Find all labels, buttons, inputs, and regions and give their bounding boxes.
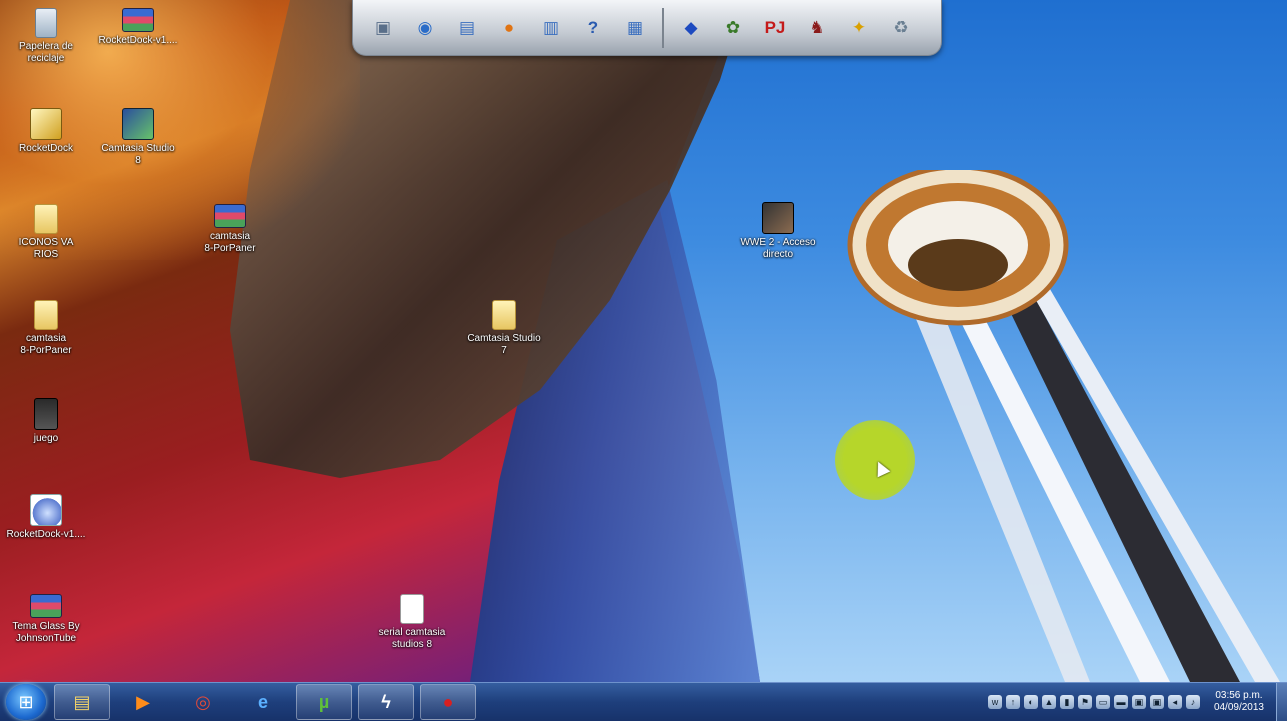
- internet-explorer-button[interactable]: e: [236, 685, 290, 719]
- project64-icon: PJ: [764, 17, 786, 37]
- dock-item-recycle-bin-dock[interactable]: ♻: [883, 10, 919, 46]
- folder-icon: [34, 204, 58, 234]
- utorrent-icon: µ: [318, 691, 330, 712]
- winrar-archive-icon: [122, 8, 154, 32]
- desktop-icon-recycle-bin[interactable]: Papelera de reciclaje: [0, 8, 92, 65]
- desktop-icon-wwe[interactable]: WWE 2 - Acceso directo: [732, 202, 824, 261]
- control-panel-icon: ▦: [626, 17, 644, 37]
- taskbar-buttons: ▤ ▶ ◎ e µ ϟ ●: [54, 684, 482, 720]
- tray-icon[interactable]: w: [987, 695, 1002, 709]
- dock-item-my-computer[interactable]: ▣: [365, 10, 401, 46]
- tray-icon[interactable]: ▲: [1041, 695, 1056, 709]
- dock-item-fighter[interactable]: ♞: [799, 10, 835, 46]
- dock-item-internet-explorer[interactable]: ◉: [407, 10, 443, 46]
- recycle-bin-icon: [35, 8, 57, 38]
- help-icon: ?: [587, 17, 599, 37]
- space-needle-graphic: [847, 170, 1280, 682]
- tray-icon[interactable]: ▮: [1059, 695, 1074, 709]
- tray-icon[interactable]: ▬: [1113, 695, 1128, 709]
- winrar-archive-icon: [30, 594, 62, 618]
- windows-explorer-button[interactable]: ▤: [54, 684, 110, 720]
- sonic-icon: ◆: [684, 17, 698, 37]
- media-player-icon: ▶: [136, 691, 150, 712]
- desktop-icon-serial-camtasia[interactable]: serial camtasia studios 8: [366, 594, 458, 651]
- game-character-icon: ✿: [725, 17, 741, 37]
- text-document-icon: [400, 594, 424, 624]
- desktop-icon-iconos-varios[interactable]: ICONOS VA RIOS: [0, 204, 92, 261]
- setup-installer-icon: [30, 494, 62, 526]
- chrome-button[interactable]: ◎: [176, 685, 230, 719]
- desktop-icon-camtasia-porpaner-rar[interactable]: camtasia 8-PorPaner: [184, 204, 276, 255]
- dock-item-game-character[interactable]: ✿: [715, 10, 751, 46]
- utorrent-button[interactable]: µ: [296, 684, 352, 720]
- my-computer-icon: ▣: [374, 17, 392, 37]
- desktop-icon-rocketdock-setup[interactable]: RocketDock-v1....: [0, 494, 92, 541]
- system-tray: w ↑ ◐ ▲ ▮ ⚑ ▭ ▬ ▣ ▣ ◂ ♪ 03:56 p.m. 04/09/2013: [987, 683, 1276, 721]
- cursor-highlight: [835, 420, 915, 500]
- clock-date: 04/09/2013: [1213, 702, 1264, 713]
- tray-icon[interactable]: ⚑: [1077, 695, 1092, 709]
- desktop-icon-camtasia-porpaner-folder[interactable]: camtasia 8-PorPaner: [0, 300, 92, 357]
- tray-icon[interactable]: ♪: [1185, 695, 1200, 709]
- folder-icon: ▤: [458, 17, 476, 37]
- winrar-archive-icon: [214, 204, 246, 228]
- camtasia-recorder-icon: ●: [442, 691, 454, 712]
- internet-explorer-icon: ◉: [417, 17, 433, 37]
- tray-icon[interactable]: ◐: [1023, 695, 1038, 709]
- desktop-icon-camtasia-7-folder[interactable]: Camtasia Studio 7: [458, 300, 550, 357]
- chrome-icon: ◎: [195, 691, 211, 712]
- folder-icon: [492, 300, 516, 330]
- dock-item-folder[interactable]: ▤: [449, 10, 485, 46]
- tray-icon[interactable]: ▣: [1131, 695, 1146, 709]
- folder-icon: [34, 300, 58, 330]
- rocketdock-bar: ▣ ◉ ▤ ● ▥? ▦ ◆ ✿ PJ ♞ ✦ ♻: [352, 0, 942, 56]
- start-button[interactable]: ⊞: [6, 684, 46, 720]
- tray-icon[interactable]: ▭: [1095, 695, 1110, 709]
- tray-icon[interactable]: ↑: [1005, 695, 1020, 709]
- rocket-app-button[interactable]: ϟ: [358, 684, 414, 720]
- clock-time: 03:56 p.m.: [1215, 690, 1263, 701]
- desktop-icon-camtasia-8[interactable]: Camtasia Studio 8: [92, 108, 184, 167]
- dock-item-control-panel[interactable]: ▦: [617, 10, 653, 46]
- dock-item-sonic[interactable]: ◆: [673, 10, 709, 46]
- dock-separator: [662, 7, 664, 48]
- wwe-game-icon: [762, 202, 794, 234]
- rocketdock-app-icon: [30, 108, 62, 140]
- open-folder-icon: ▥: [542, 17, 560, 37]
- desktop[interactable]: Papelera de reciclaje RocketDock-v1.... …: [0, 0, 1287, 682]
- windows-explorer-icon: ▤: [73, 691, 91, 712]
- dock-item-pokemon[interactable]: ✦: [841, 10, 877, 46]
- pokemon-icon: ✦: [851, 17, 867, 37]
- baseball-glove-icon: ●: [503, 17, 515, 37]
- tray-icon[interactable]: ◂: [1167, 695, 1182, 709]
- media-player-button[interactable]: ▶: [116, 685, 170, 719]
- recycle-bin-dock-icon: ♻: [893, 17, 909, 37]
- dock-item-open-folder[interactable]: ▥: [533, 10, 569, 46]
- desktop-icon-rocketdock-rar[interactable]: RocketDock-v1....: [92, 8, 184, 47]
- camtasia-recorder-button[interactable]: ●: [420, 684, 476, 720]
- dock-item-help[interactable]: ?: [575, 10, 611, 46]
- dock-item-project64[interactable]: PJ: [757, 10, 793, 46]
- dock-item-baseball-glove[interactable]: ●: [491, 10, 527, 46]
- tray-icon[interactable]: ▣: [1149, 695, 1164, 709]
- internet-explorer-icon: e: [257, 691, 268, 712]
- taskbar: ⊞ ▤ ▶ ◎ e µ ϟ ● w ↑ ◐ ▲ ▮ ⚑ ▭ ▬ ▣ ▣ ◂ ♪ 03:56 p.m. 04/09/…: [0, 682, 1287, 721]
- tray-icons: w ↑ ◐ ▲ ▮ ⚑ ▭ ▬ ▣ ▣ ◂ ♪: [987, 695, 1200, 709]
- windows-logo-icon: ⊞: [18, 691, 34, 712]
- clock[interactable]: 03:56 p.m. 04/09/2013: [1214, 690, 1264, 714]
- fighter-icon: ♞: [809, 17, 825, 37]
- desktop-icon-tema-glass[interactable]: Tema Glass By JohnsonTube: [0, 594, 92, 645]
- desktop-icon-rocketdock[interactable]: RocketDock: [0, 108, 92, 155]
- camtasia-app-icon: [122, 108, 154, 140]
- desktop-icon-juego[interactable]: juego: [0, 398, 92, 445]
- show-desktop-button[interactable]: [1276, 683, 1287, 721]
- game-shortcut-icon: [34, 398, 58, 430]
- rocket-app-icon: ϟ: [381, 691, 391, 712]
